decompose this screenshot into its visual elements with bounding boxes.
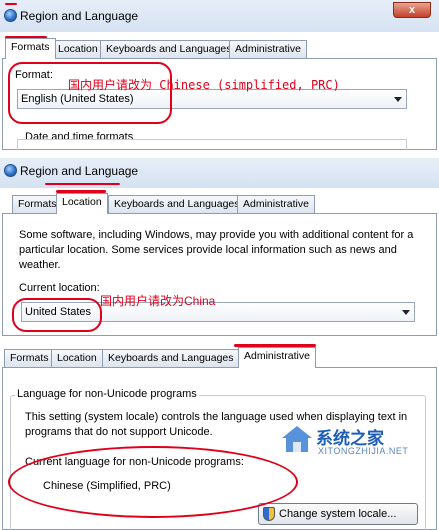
tab-strip: Formats Location Keyboards and Languages…: [0, 38, 439, 59]
title-underline-mark: [5, 3, 17, 5]
tab-strip: Formats Location Keyboards and Languages…: [0, 347, 439, 368]
tab-strip: Formats Location Keyboards and Languages…: [0, 193, 439, 214]
tab-formats[interactable]: Formats: [5, 38, 56, 59]
location-annotation: 国内用户请改为China: [100, 294, 216, 308]
tab-administrative[interactable]: Administrative: [229, 40, 307, 58]
globe-icon: [4, 9, 17, 22]
tab-keyboards[interactable]: Keyboards and Languages: [100, 40, 238, 58]
current-location-label: Current location:: [19, 282, 100, 294]
watermark-url: XITONGZHIJIA.NET: [318, 446, 409, 456]
window-title: Region and Language: [20, 9, 139, 23]
group-title: Language for non-Unicode programs: [15, 388, 199, 400]
close-button[interactable]: x: [393, 2, 431, 18]
administrative-tab-panel: Formats Location Keyboards and Languages…: [0, 342, 439, 530]
tab-keyboards[interactable]: Keyboards and Languages: [108, 195, 246, 213]
change-system-locale-button[interactable]: Change system locale...: [258, 503, 418, 525]
watermark: 系统之家 XITONGZHIJIA.NET: [280, 418, 430, 468]
location-highlight-oval: [12, 298, 102, 332]
tab-administrative[interactable]: Administrative: [237, 195, 315, 213]
title-bar: Region and Language x: [0, 0, 439, 32]
format-annotation: 国内用户请改为 Chinese (simplified, PRC): [68, 78, 340, 92]
date-time-group-border: [17, 139, 407, 150]
window-title: Region and Language: [20, 164, 139, 178]
tab-formats[interactable]: Formats: [4, 349, 55, 367]
house-logo-icon: [282, 426, 312, 452]
tab-administrative[interactable]: Administrative: [238, 347, 316, 368]
tab-location[interactable]: Location: [51, 349, 103, 367]
title-underline-mark: [45, 183, 120, 185]
location-description: Some software, including Windows, may pr…: [19, 229, 414, 271]
current-language-highlight-ellipse: [8, 446, 298, 518]
location-dialog-panel: Region and Language Formats Location Key…: [0, 158, 439, 336]
tab-location[interactable]: Location: [56, 193, 108, 214]
chevron-down-icon: [402, 310, 410, 315]
format-highlight-oval: [8, 62, 172, 124]
globe-icon: [4, 164, 17, 177]
tab-formats[interactable]: Formats: [12, 195, 63, 213]
tab-keyboards[interactable]: Keyboards and Languages: [102, 349, 240, 367]
chevron-down-icon: [394, 97, 402, 102]
tab-location[interactable]: Location: [52, 40, 104, 58]
formats-dialog-panel: Region and Language x Formats Location K…: [0, 0, 439, 150]
change-system-locale-label: Change system locale...: [279, 508, 397, 520]
uac-shield-icon: [263, 507, 275, 521]
